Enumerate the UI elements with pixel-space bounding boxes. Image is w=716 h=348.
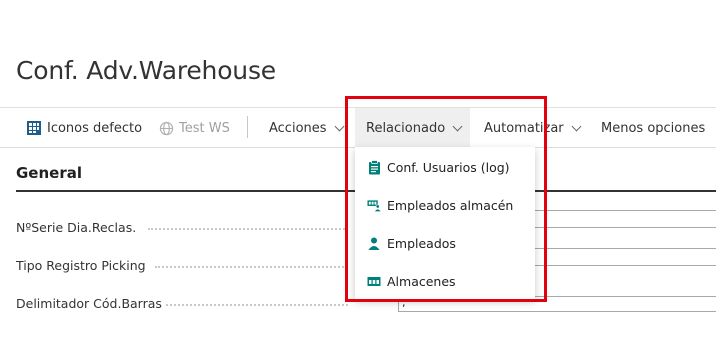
toolbar-separator: [247, 116, 248, 138]
field-dots: [155, 265, 348, 268]
grid-icon: [26, 120, 42, 136]
iconos-defecto-button[interactable]: Iconos defecto: [26, 108, 142, 148]
iconos-defecto-label: Iconos defecto: [47, 120, 143, 136]
field-label-tipo-registro: Tipo Registro Picking: [16, 258, 146, 273]
section-title-general[interactable]: General: [16, 164, 82, 182]
globe-icon: [158, 120, 174, 136]
test-ws-label: Test WS: [179, 120, 230, 136]
highlight-box: [345, 96, 547, 302]
field-dots: [166, 303, 348, 306]
chevron-down-icon: [334, 121, 344, 131]
acciones-label: Acciones: [269, 120, 327, 136]
test-ws-button[interactable]: Test WS: [158, 108, 230, 148]
menos-opciones-label: Menos opciones: [601, 120, 706, 136]
field-dots: [148, 227, 348, 230]
chevron-down-icon: [571, 121, 582, 131]
field-label-delimitador: Delimitador Cód.Barras: [16, 296, 162, 311]
acciones-menu-button[interactable]: Acciones: [269, 108, 344, 148]
menos-opciones-button[interactable]: Menos opciones: [601, 108, 705, 148]
field-label-nserie: NºSerie Dia.Reclas.: [16, 220, 137, 235]
page-title: Conf. Adv.Warehouse: [16, 56, 276, 85]
